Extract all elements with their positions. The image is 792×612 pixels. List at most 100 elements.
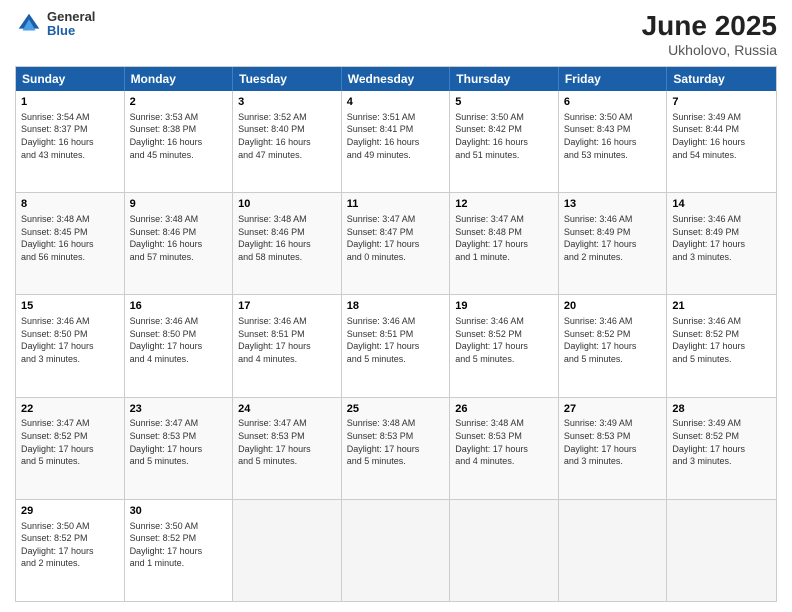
calendar-row: 8Sunrise: 3:48 AM Sunset: 8:45 PM Daylig… [16, 192, 776, 294]
calendar-cell [233, 500, 342, 601]
day-info: Sunrise: 3:48 AM Sunset: 8:53 PM Dayligh… [347, 417, 445, 467]
day-number: 6 [564, 95, 662, 110]
day-number: 29 [21, 504, 119, 519]
day-info: Sunrise: 3:48 AM Sunset: 8:45 PM Dayligh… [21, 213, 119, 263]
calendar-cell: 14Sunrise: 3:46 AM Sunset: 8:49 PM Dayli… [667, 193, 776, 294]
day-number: 1 [21, 95, 119, 110]
day-info: Sunrise: 3:52 AM Sunset: 8:40 PM Dayligh… [238, 111, 336, 161]
calendar-cell: 18Sunrise: 3:46 AM Sunset: 8:51 PM Dayli… [342, 295, 451, 396]
calendar-cell: 20Sunrise: 3:46 AM Sunset: 8:52 PM Dayli… [559, 295, 668, 396]
calendar-cell: 26Sunrise: 3:48 AM Sunset: 8:53 PM Dayli… [450, 398, 559, 499]
day-number: 7 [672, 95, 771, 110]
calendar-cell: 13Sunrise: 3:46 AM Sunset: 8:49 PM Dayli… [559, 193, 668, 294]
calendar-cell: 7Sunrise: 3:49 AM Sunset: 8:44 PM Daylig… [667, 91, 776, 192]
day-number: 4 [347, 95, 445, 110]
day-info: Sunrise: 3:46 AM Sunset: 8:50 PM Dayligh… [21, 315, 119, 365]
logo: General Blue [15, 10, 95, 39]
day-number: 21 [672, 299, 771, 314]
day-number: 20 [564, 299, 662, 314]
day-info: Sunrise: 3:46 AM Sunset: 8:51 PM Dayligh… [347, 315, 445, 365]
day-info: Sunrise: 3:49 AM Sunset: 8:52 PM Dayligh… [672, 417, 771, 467]
day-info: Sunrise: 3:46 AM Sunset: 8:50 PM Dayligh… [130, 315, 228, 365]
day-info: Sunrise: 3:47 AM Sunset: 8:52 PM Dayligh… [21, 417, 119, 467]
day-info: Sunrise: 3:46 AM Sunset: 8:52 PM Dayligh… [455, 315, 553, 365]
day-info: Sunrise: 3:47 AM Sunset: 8:47 PM Dayligh… [347, 213, 445, 263]
day-info: Sunrise: 3:54 AM Sunset: 8:37 PM Dayligh… [21, 111, 119, 161]
day-info: Sunrise: 3:48 AM Sunset: 8:46 PM Dayligh… [238, 213, 336, 263]
calendar-row: 1Sunrise: 3:54 AM Sunset: 8:37 PM Daylig… [16, 91, 776, 192]
calendar-cell: 5Sunrise: 3:50 AM Sunset: 8:42 PM Daylig… [450, 91, 559, 192]
day-info: Sunrise: 3:50 AM Sunset: 8:43 PM Dayligh… [564, 111, 662, 161]
day-number: 16 [130, 299, 228, 314]
logo-text: General Blue [47, 10, 95, 39]
day-info: Sunrise: 3:47 AM Sunset: 8:48 PM Dayligh… [455, 213, 553, 263]
calendar-cell: 3Sunrise: 3:52 AM Sunset: 8:40 PM Daylig… [233, 91, 342, 192]
calendar-cell: 17Sunrise: 3:46 AM Sunset: 8:51 PM Dayli… [233, 295, 342, 396]
calendar-cell [667, 500, 776, 601]
day-info: Sunrise: 3:53 AM Sunset: 8:38 PM Dayligh… [130, 111, 228, 161]
day-info: Sunrise: 3:46 AM Sunset: 8:49 PM Dayligh… [672, 213, 771, 263]
weekday-header: Wednesday [342, 67, 451, 91]
day-info: Sunrise: 3:50 AM Sunset: 8:52 PM Dayligh… [130, 520, 228, 570]
calendar-header: SundayMondayTuesdayWednesdayThursdayFrid… [16, 67, 776, 91]
day-number: 13 [564, 197, 662, 212]
calendar-cell: 25Sunrise: 3:48 AM Sunset: 8:53 PM Dayli… [342, 398, 451, 499]
day-info: Sunrise: 3:49 AM Sunset: 8:44 PM Dayligh… [672, 111, 771, 161]
calendar-cell: 27Sunrise: 3:49 AM Sunset: 8:53 PM Dayli… [559, 398, 668, 499]
calendar-cell: 11Sunrise: 3:47 AM Sunset: 8:47 PM Dayli… [342, 193, 451, 294]
logo-icon [15, 10, 43, 38]
calendar-cell: 30Sunrise: 3:50 AM Sunset: 8:52 PM Dayli… [125, 500, 234, 601]
calendar-cell: 24Sunrise: 3:47 AM Sunset: 8:53 PM Dayli… [233, 398, 342, 499]
logo-general: General [47, 10, 95, 24]
calendar-cell: 23Sunrise: 3:47 AM Sunset: 8:53 PM Dayli… [125, 398, 234, 499]
day-number: 24 [238, 402, 336, 417]
day-info: Sunrise: 3:46 AM Sunset: 8:51 PM Dayligh… [238, 315, 336, 365]
header: General Blue June 2025 Ukholovo, Russia [15, 10, 777, 58]
day-info: Sunrise: 3:49 AM Sunset: 8:53 PM Dayligh… [564, 417, 662, 467]
calendar-cell: 8Sunrise: 3:48 AM Sunset: 8:45 PM Daylig… [16, 193, 125, 294]
calendar-cell: 2Sunrise: 3:53 AM Sunset: 8:38 PM Daylig… [125, 91, 234, 192]
day-info: Sunrise: 3:46 AM Sunset: 8:52 PM Dayligh… [564, 315, 662, 365]
weekday-header: Thursday [450, 67, 559, 91]
calendar-row: 29 Sunrise: 3:50 AM Sunset: 8:52 PM Dayli… [16, 499, 776, 601]
day-info: Sunrise: 3:51 AM Sunset: 8:41 PM Dayligh… [347, 111, 445, 161]
day-number: 28 [672, 402, 771, 417]
calendar-cell: 6Sunrise: 3:50 AM Sunset: 8:43 PM Daylig… [559, 91, 668, 192]
day-number: 17 [238, 299, 336, 314]
day-number: 14 [672, 197, 771, 212]
calendar-cell [450, 500, 559, 601]
day-number: 19 [455, 299, 553, 314]
day-info: Sunrise: 3:46 AM Sunset: 8:49 PM Dayligh… [564, 213, 662, 263]
day-info: Sunrise: 3:47 AM Sunset: 8:53 PM Dayligh… [238, 417, 336, 467]
day-number: 10 [238, 197, 336, 212]
calendar-cell: 21Sunrise: 3:46 AM Sunset: 8:52 PM Dayli… [667, 295, 776, 396]
calendar-cell: 19Sunrise: 3:46 AM Sunset: 8:52 PM Dayli… [450, 295, 559, 396]
day-number: 27 [564, 402, 662, 417]
day-number: 26 [455, 402, 553, 417]
title-block: June 2025 Ukholovo, Russia [642, 10, 777, 58]
day-info: Sunrise: 3:50 AM Sunset: 8:42 PM Dayligh… [455, 111, 553, 161]
calendar-cell: 16Sunrise: 3:46 AM Sunset: 8:50 PM Dayli… [125, 295, 234, 396]
calendar: SundayMondayTuesdayWednesdayThursdayFrid… [15, 66, 777, 602]
calendar-cell: 9Sunrise: 3:48 AM Sunset: 8:46 PM Daylig… [125, 193, 234, 294]
day-info: Sunrise: 3:47 AM Sunset: 8:53 PM Dayligh… [130, 417, 228, 467]
day-number: 12 [455, 197, 553, 212]
day-number: 18 [347, 299, 445, 314]
calendar-cell [342, 500, 451, 601]
calendar-cell: 10Sunrise: 3:48 AM Sunset: 8:46 PM Dayli… [233, 193, 342, 294]
calendar-row: 15Sunrise: 3:46 AM Sunset: 8:50 PM Dayli… [16, 294, 776, 396]
calendar-cell: 15Sunrise: 3:46 AM Sunset: 8:50 PM Dayli… [16, 295, 125, 396]
calendar-cell: 29Sunrise: 3:50 AM Sunset: 8:52 PM Dayli… [16, 500, 125, 601]
calendar-cell [559, 500, 668, 601]
calendar-cell: 12Sunrise: 3:47 AM Sunset: 8:48 PM Dayli… [450, 193, 559, 294]
calendar-row: 22Sunrise: 3:47 AM Sunset: 8:52 PM Dayli… [16, 397, 776, 499]
day-info: Sunrise: 3:48 AM Sunset: 8:53 PM Dayligh… [455, 417, 553, 467]
calendar-cell: 22Sunrise: 3:47 AM Sunset: 8:52 PM Dayli… [16, 398, 125, 499]
day-number: 22 [21, 402, 119, 417]
weekday-header: Saturday [667, 67, 776, 91]
calendar-cell: 28Sunrise: 3:49 AM Sunset: 8:52 PM Dayli… [667, 398, 776, 499]
weekday-header: Sunday [16, 67, 125, 91]
day-number: 23 [130, 402, 228, 417]
title-month: June 2025 [642, 10, 777, 42]
page: General Blue June 2025 Ukholovo, Russia … [0, 0, 792, 612]
